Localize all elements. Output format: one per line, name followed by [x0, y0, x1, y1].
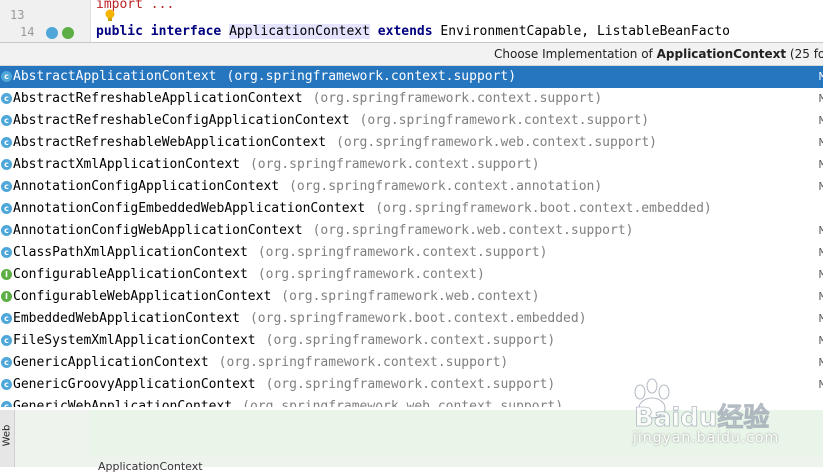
- popup-title: Choose Implementation of ApplicationCont…: [0, 43, 823, 66]
- implementation-item[interactable]: c AbstractRefreshableConfigApplicationCon…: [0, 110, 823, 132]
- module-marker: M: [819, 92, 823, 105]
- implementation-item[interactable]: c EmbeddedWebApplicationContext (org.sprin…: [0, 308, 823, 330]
- line-number: 13: [10, 8, 25, 22]
- web-tool-tab[interactable]: Web: [0, 410, 15, 467]
- module-marker: M: [819, 246, 823, 259]
- code-line-13: 13 import ...: [0, 0, 823, 22]
- implementation-package: (org.springframework.web.context.support…: [242, 399, 564, 407]
- implementation-item[interactable]: c AnnotationConfigEmbeddedWebApplicationC…: [0, 198, 823, 220]
- implementation-package: (org.springframework.context.support): [226, 69, 517, 84]
- implementation-package: (org.springframework.context.support): [218, 355, 509, 370]
- inherits-icon[interactable]: [62, 27, 74, 39]
- implementation-item[interactable]: I ConfigurableApplicationContext (org.spri…: [0, 264, 823, 286]
- class-icon: c: [1, 225, 12, 236]
- class-icon: c: [1, 93, 12, 104]
- implementation-package: (org.springframework.boot.context.embedd…: [249, 311, 587, 326]
- module-marker: M: [819, 180, 823, 193]
- implementation-item[interactable]: c ClassPathXmlApplicationContext (org.spri…: [0, 242, 823, 264]
- extended-types: EnvironmentCapable, ListableBeanFacto: [440, 24, 731, 39]
- lightbulb-icon[interactable]: [104, 9, 116, 23]
- watermark-brand: Baidu经验: [634, 402, 769, 433]
- implementation-item[interactable]: c AbstractXmlApplicationContext (org.sprin…: [0, 154, 823, 176]
- implementation-name: AbstractRefreshableWebApplicationContext: [13, 135, 327, 150]
- implementation-name: ConfigurableWebApplicationContext: [13, 289, 272, 304]
- class-icon: c: [1, 247, 12, 258]
- choose-implementation-popup: Choose Implementation of ApplicationCont…: [0, 42, 823, 411]
- module-marker: M: [819, 334, 823, 347]
- implementation-name: FileSystemXmlApplicationContext: [13, 333, 256, 348]
- interface-icon: I: [1, 269, 12, 280]
- interface-name[interactable]: ApplicationContext: [229, 24, 370, 39]
- implementation-name: AbstractXmlApplicationContext: [13, 157, 240, 172]
- class-icon: c: [1, 357, 12, 368]
- class-icon: c: [1, 335, 12, 346]
- module-marker: M: [819, 312, 823, 325]
- implementation-name: AnnotationConfigEmbeddedWebApplicationCo…: [13, 201, 366, 216]
- implementation-package: (org.springframework.context.annotation): [289, 179, 603, 194]
- implementation-item[interactable]: c GenericApplicationContext (org.springfra…: [0, 352, 823, 374]
- implementation-package: (org.springframework.context.support): [312, 91, 603, 106]
- implementation-package: (org.springframework.web.context.support…: [336, 135, 657, 150]
- implementation-package: (org.springframework.web.context.support…: [312, 223, 634, 238]
- implementation-list: c AbstractApplicationContext (org.springfr…: [0, 66, 823, 407]
- class-icon: c: [1, 313, 12, 324]
- implementation-package: (org.springframework.context.support): [359, 113, 650, 128]
- implementation-name: GenericApplicationContext: [13, 355, 209, 370]
- keyword-interface: interface: [150, 24, 222, 39]
- class-icon: c: [1, 71, 12, 82]
- module-marker: M: [819, 136, 823, 149]
- implementation-name: EmbeddedWebApplicationContext: [13, 311, 240, 326]
- implementation-package: (org.springframework.context.support): [265, 333, 556, 348]
- implementation-package: (org.springframework.web.context): [281, 289, 540, 304]
- module-marker: M: [819, 70, 823, 83]
- module-marker: M: [819, 114, 823, 127]
- keyword-extends: extends: [377, 24, 433, 39]
- implementation-item[interactable]: c AbstractApplicationContext (org.springfr…: [0, 66, 823, 88]
- implementation-item[interactable]: c AnnotationConfigApplicationContext (org.…: [0, 176, 823, 198]
- implementation-package: (org.springframework.boot.context.embedd…: [375, 201, 712, 216]
- implementation-package: (org.springframework.context.support): [249, 157, 540, 172]
- module-marker: M: [819, 268, 823, 281]
- code-editor[interactable]: 13 import ... 14 public interface Applic…: [0, 0, 823, 42]
- implementation-item[interactable]: I ConfigurableWebApplicationContext (org.s…: [0, 286, 823, 308]
- implemented-by-icon[interactable]: [46, 27, 58, 39]
- popup-title-target: ApplicationContext: [656, 47, 787, 61]
- class-icon: c: [1, 137, 12, 148]
- class-icon: c: [1, 181, 12, 192]
- implementation-name: AbstractRefreshableApplicationContext: [13, 91, 303, 106]
- implementation-name: ClassPathXmlApplicationContext: [13, 245, 248, 260]
- implementation-name: GenericWebApplicationContext: [13, 399, 233, 407]
- module-marker: M: [819, 356, 823, 369]
- implementation-name: GenericGroovyApplicationContext: [13, 377, 256, 392]
- module-marker: M: [819, 158, 823, 171]
- class-icon: c: [1, 379, 12, 390]
- watermark-url: jingyan.baidu.com: [633, 430, 780, 446]
- module-marker: M: [819, 290, 823, 303]
- module-marker: M: [819, 224, 823, 237]
- implementation-package: (org.springframework.context.support): [265, 377, 556, 392]
- class-icon: c: [1, 203, 12, 214]
- class-icon: c: [1, 401, 12, 407]
- implementation-name: AnnotationConfigWebApplicationContext: [13, 223, 303, 238]
- implementation-name: ConfigurableApplicationContext: [13, 267, 248, 282]
- implementation-item[interactable]: c AnnotationConfigWebApplicationContext (o…: [0, 220, 823, 242]
- implementation-name: AnnotationConfigApplicationContext: [13, 179, 280, 194]
- class-icon: c: [1, 159, 12, 170]
- implementation-name: AbstractRefreshableConfigApplicationCont…: [13, 113, 350, 128]
- implementation-item[interactable]: c AbstractRefreshableWebApplicationContex…: [0, 132, 823, 154]
- module-marker: M: [819, 378, 823, 391]
- implementation-package: (org.springframework.context.support): [257, 245, 548, 260]
- implementation-item[interactable]: c FileSystemXmlApplicationContext (org.spr…: [0, 330, 823, 352]
- implementation-name: AbstractApplicationContext: [13, 69, 217, 84]
- code-line-14: 14 public interface ApplicationContext e…: [0, 23, 823, 41]
- implementation-item[interactable]: c AbstractRefreshableApplicationContext (o…: [0, 88, 823, 110]
- class-icon: c: [1, 115, 12, 126]
- keyword-public: public: [96, 24, 143, 39]
- interface-icon: I: [1, 291, 12, 302]
- implementation-package: (org.springframework.context): [257, 267, 485, 282]
